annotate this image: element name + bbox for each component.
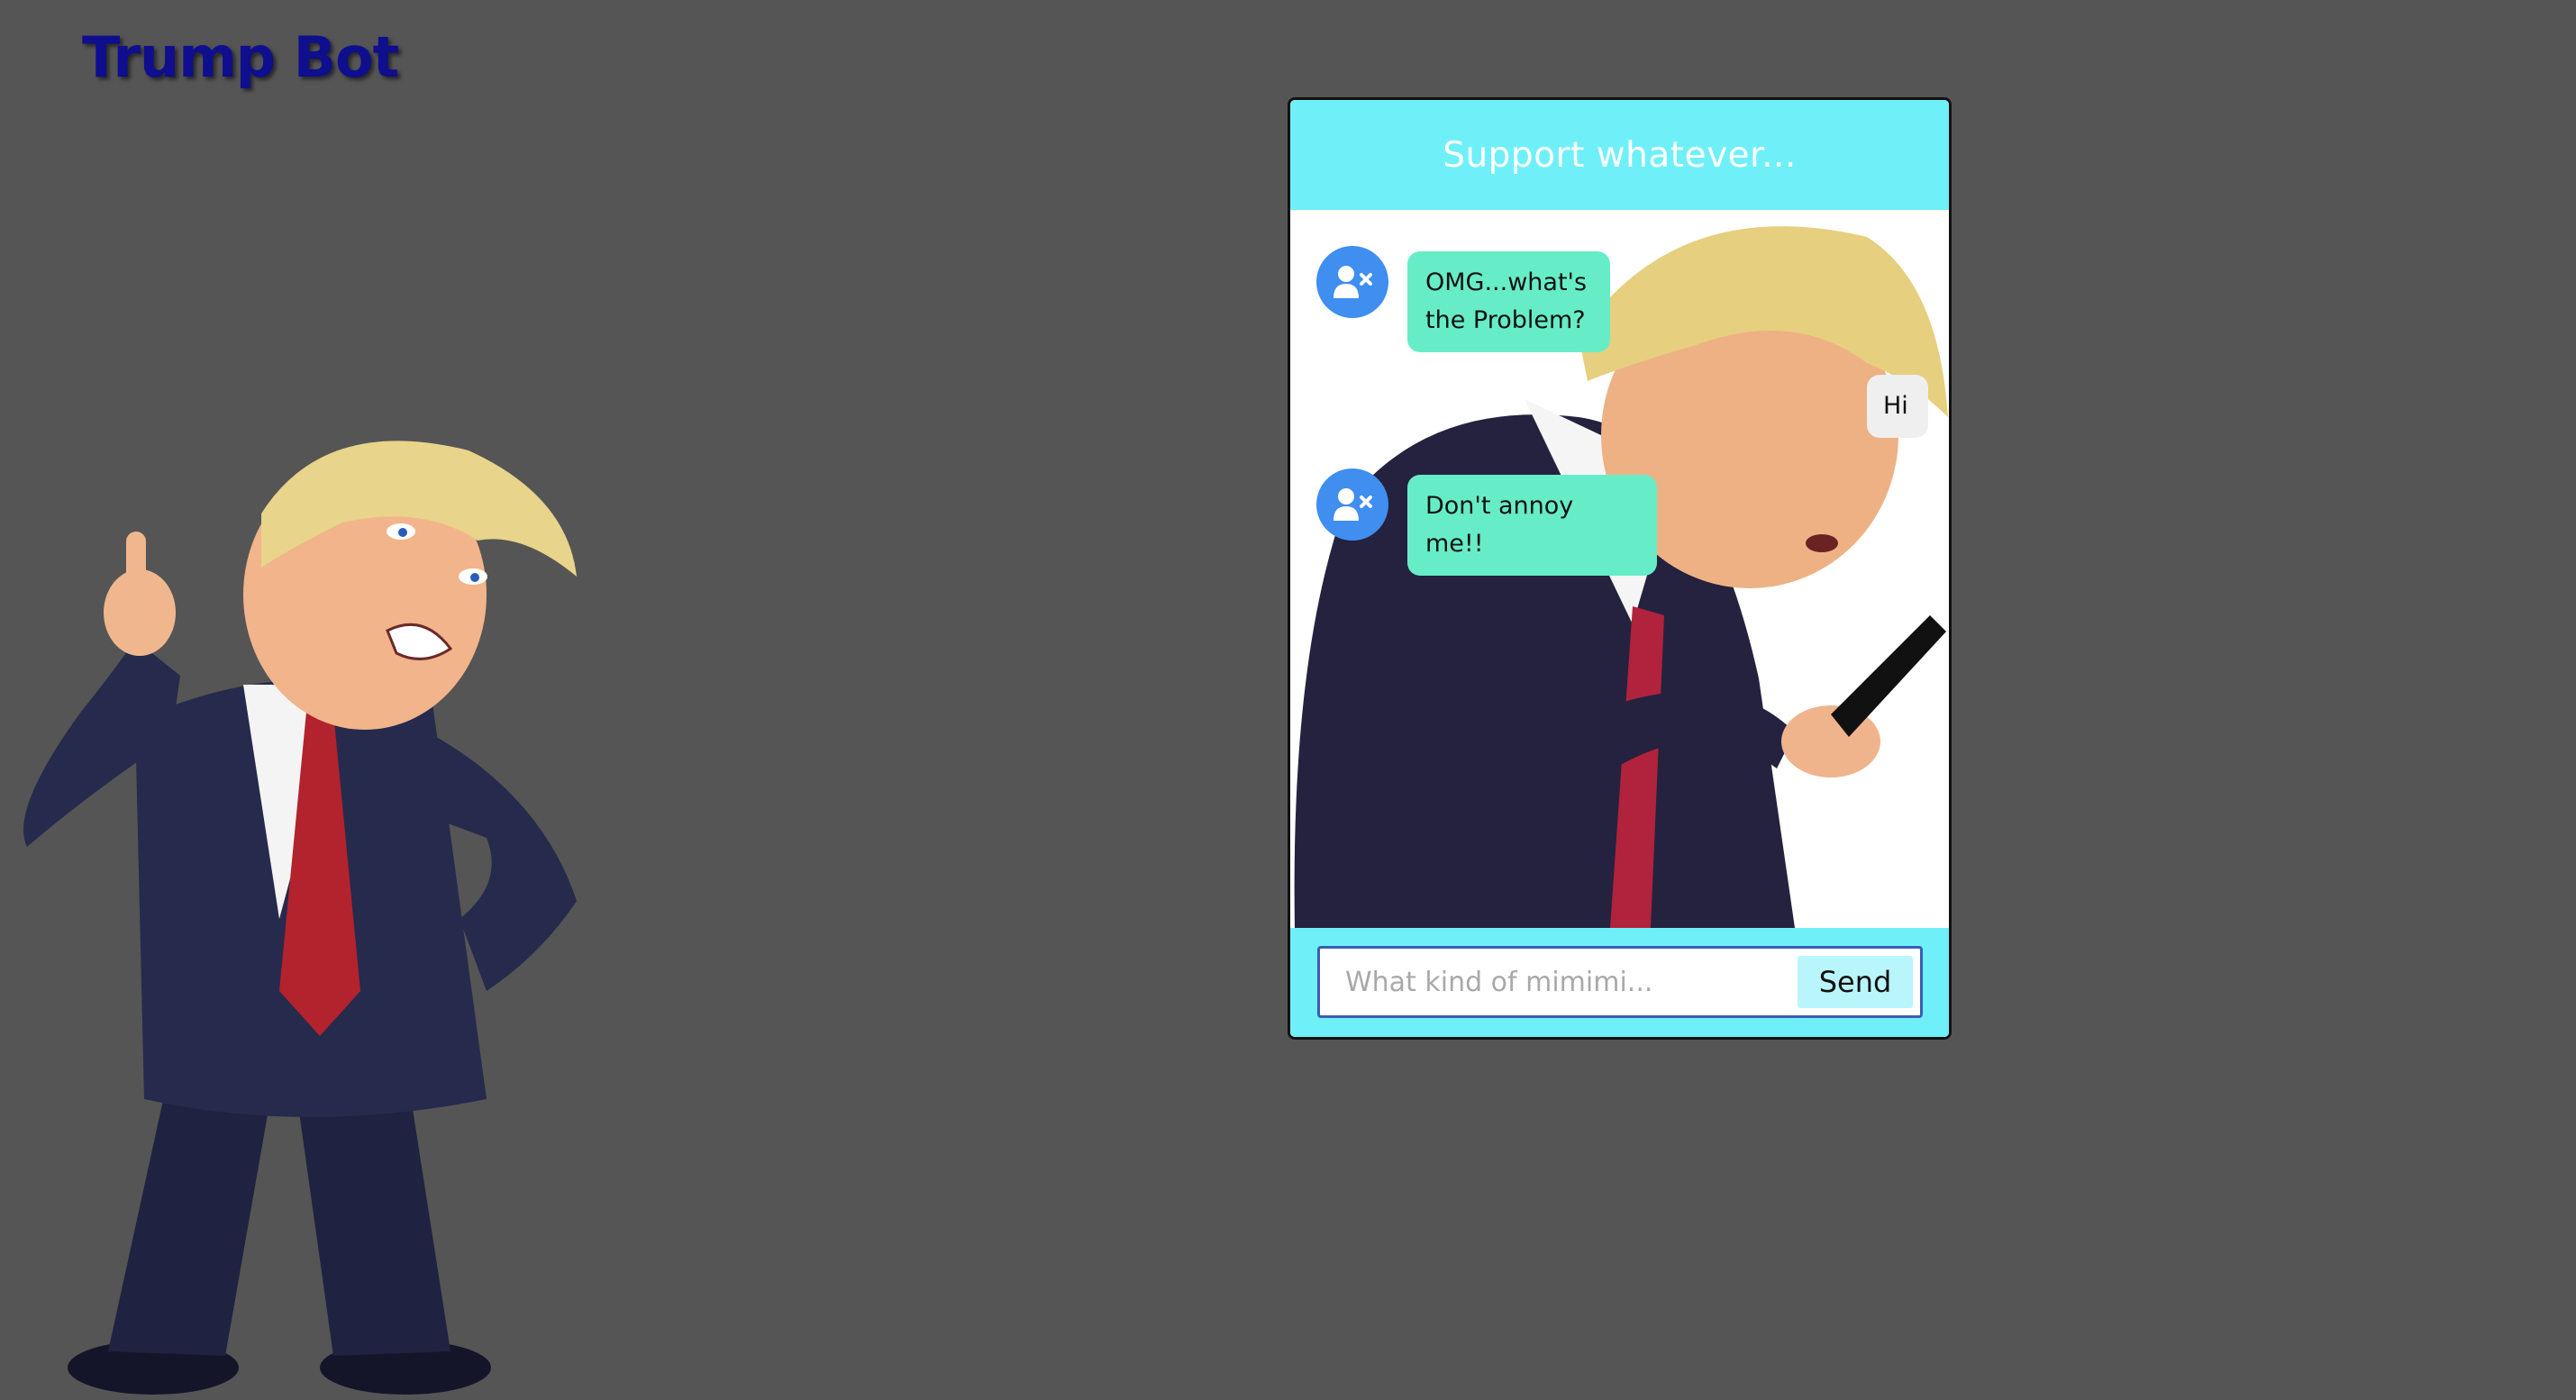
chat-messages-area[interactable]: OMG...what's the Problem? Hi Don't annoy… (1290, 210, 1949, 928)
user-x-icon (1334, 488, 1372, 521)
message-text-line: Don't annoy me!! (1425, 492, 1574, 558)
message-text-line: OMG...what's (1425, 268, 1588, 296)
user-message-bubble: Hi (1867, 375, 1928, 438)
mascot-illustration (23, 441, 577, 1395)
chat-window: Support whatever... OMG...what's the Pro… (1288, 97, 1952, 1040)
message-text-line: Hi (1883, 392, 1908, 420)
chat-header: Support whatever... (1290, 100, 1949, 210)
bot-message-bubble: Don't annoy me!! (1407, 475, 1657, 576)
bot-avatar (1316, 246, 1388, 318)
message-input[interactable] (1320, 949, 1789, 1015)
bot-message-bubble: OMG...what's the Problem? (1407, 251, 1610, 352)
user-x-icon (1334, 266, 1372, 298)
bot-avatar (1316, 468, 1388, 541)
chat-header-title: Support whatever... (1443, 134, 1797, 176)
send-button[interactable]: Send (1798, 956, 1913, 1008)
app-title: Trump Bot (82, 24, 399, 90)
message-input-wrapper: Send (1317, 946, 1923, 1018)
message-text-line: the Problem? (1425, 306, 1586, 334)
chat-footer: Send (1290, 928, 1949, 1037)
